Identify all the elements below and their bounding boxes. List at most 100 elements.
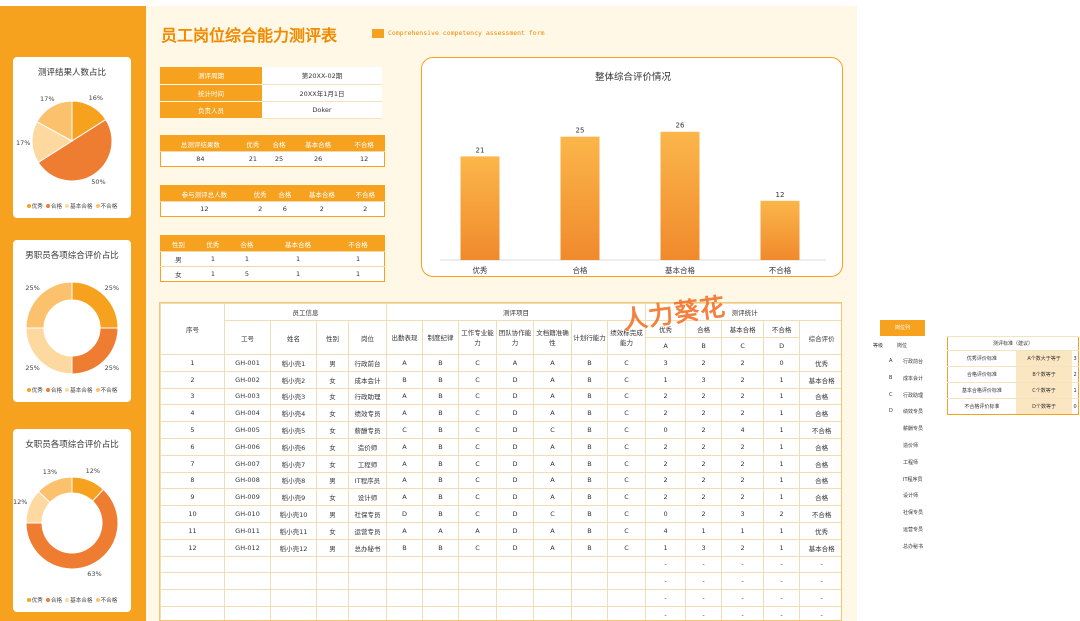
table-cell[interactable]: 合格 bbox=[799, 387, 841, 406]
table-cell[interactable]: 2 bbox=[721, 488, 765, 507]
table-cell[interactable]: 不合格 bbox=[799, 421, 841, 439]
table-cell[interactable]: C bbox=[458, 404, 497, 423]
table-cell[interactable]: B bbox=[422, 421, 459, 439]
table-cell[interactable]: 稻小壳4 bbox=[270, 404, 317, 423]
table-cell[interactable]: 总办秘书 bbox=[348, 538, 387, 557]
table-cell[interactable]: 女 bbox=[316, 421, 349, 439]
table-cell[interactable]: GH-006 bbox=[224, 437, 271, 456]
table-cell[interactable]: A bbox=[533, 488, 572, 507]
table-cell[interactable]: 1 bbox=[763, 421, 801, 439]
empty-cell[interactable]: - bbox=[645, 589, 687, 607]
table-cell[interactable]: D bbox=[496, 538, 534, 557]
table-cell[interactable]: 1 bbox=[645, 370, 687, 389]
table-cell[interactable]: 基本合格 bbox=[799, 370, 841, 389]
table-cell[interactable]: 运营专员 bbox=[348, 521, 387, 540]
empty-cell[interactable] bbox=[348, 572, 387, 591]
position-item[interactable]: 造价师 bbox=[903, 442, 918, 449]
table-cell[interactable]: D bbox=[496, 505, 534, 523]
table-cell[interactable]: GH-001 bbox=[224, 354, 271, 372]
empty-cell[interactable]: - bbox=[721, 555, 765, 574]
table-cell[interactable]: B bbox=[571, 421, 608, 439]
table-cell[interactable]: B bbox=[571, 521, 608, 540]
table-cell[interactable]: 2 bbox=[685, 454, 723, 473]
empty-cell[interactable] bbox=[160, 605, 225, 620]
empty-cell[interactable] bbox=[571, 589, 608, 607]
info-value[interactable]: 20XX年1月1日 bbox=[262, 84, 382, 102]
table-cell[interactable]: GH-010 bbox=[224, 505, 271, 523]
position-item[interactable]: 行政助理 bbox=[903, 392, 923, 399]
table-cell[interactable]: 行政前台 bbox=[348, 354, 387, 372]
table-cell[interactable]: A bbox=[386, 488, 423, 507]
table-cell[interactable]: 成本会计 bbox=[348, 370, 387, 389]
empty-cell[interactable]: - bbox=[685, 555, 723, 574]
table-cell[interactable]: GH-011 bbox=[224, 521, 271, 540]
table-cell[interactable]: 1 bbox=[645, 538, 687, 557]
empty-cell[interactable] bbox=[496, 605, 534, 620]
table-cell[interactable]: 造价师 bbox=[348, 437, 387, 456]
table-cell[interactable]: 优秀 bbox=[799, 521, 841, 540]
table-cell[interactable]: C bbox=[533, 421, 572, 439]
table-cell[interactable]: 男 bbox=[316, 505, 349, 523]
table-cell[interactable]: A bbox=[386, 387, 423, 406]
table-cell[interactable]: 合格 bbox=[799, 488, 841, 507]
empty-cell[interactable] bbox=[316, 605, 349, 620]
table-cell[interactable]: C bbox=[458, 505, 497, 523]
table-cell[interactable]: A bbox=[386, 521, 423, 540]
table-cell[interactable]: D bbox=[496, 404, 534, 423]
empty-cell[interactable] bbox=[458, 589, 497, 607]
empty-cell[interactable]: - bbox=[799, 572, 841, 591]
table-cell[interactable]: 1 bbox=[721, 521, 765, 540]
empty-cell[interactable] bbox=[348, 589, 387, 607]
table-cell[interactable]: 2 bbox=[645, 471, 687, 490]
empty-cell[interactable] bbox=[224, 605, 271, 620]
table-cell[interactable]: 稻小壳11 bbox=[270, 521, 317, 540]
empty-cell[interactable] bbox=[496, 589, 534, 607]
table-cell[interactable]: A bbox=[386, 354, 423, 372]
table-cell[interactable]: 不合格 bbox=[799, 505, 841, 523]
empty-cell[interactable] bbox=[386, 555, 423, 574]
empty-cell[interactable] bbox=[571, 555, 608, 574]
table-cell[interactable]: B bbox=[571, 354, 608, 372]
empty-cell[interactable] bbox=[224, 589, 271, 607]
table-cell[interactable]: A bbox=[533, 454, 572, 473]
position-item[interactable]: 薪酬专员 bbox=[903, 425, 923, 432]
empty-cell[interactable] bbox=[458, 605, 497, 620]
table-cell[interactable]: B bbox=[422, 370, 459, 389]
table-cell[interactable]: 女 bbox=[316, 488, 349, 507]
table-cell[interactable]: 女 bbox=[316, 437, 349, 456]
table-cell[interactable]: 1 bbox=[763, 471, 801, 490]
table-cell[interactable]: 1 bbox=[763, 387, 801, 406]
empty-cell[interactable] bbox=[458, 572, 497, 591]
empty-cell[interactable]: - bbox=[763, 572, 801, 591]
table-cell[interactable]: A bbox=[386, 437, 423, 456]
table-cell[interactable]: C bbox=[606, 437, 647, 456]
table-cell[interactable]: 1 bbox=[763, 404, 801, 423]
table-cell[interactable]: B bbox=[386, 370, 423, 389]
table-cell[interactable]: A bbox=[386, 454, 423, 473]
table-cell[interactable]: D bbox=[496, 521, 534, 540]
table-cell[interactable]: 3 bbox=[721, 505, 765, 523]
table-cell[interactable]: D bbox=[496, 488, 534, 507]
table-cell[interactable]: A bbox=[533, 521, 572, 540]
table-cell[interactable]: A bbox=[386, 404, 423, 423]
empty-cell[interactable] bbox=[422, 605, 459, 620]
table-cell[interactable]: 女 bbox=[316, 387, 349, 406]
table-cell[interactable]: 行政助理 bbox=[348, 387, 387, 406]
empty-cell[interactable]: - bbox=[645, 572, 687, 591]
empty-cell[interactable] bbox=[348, 555, 387, 574]
position-item[interactable]: 工程师 bbox=[903, 459, 918, 466]
table-cell[interactable]: 4 bbox=[721, 421, 765, 439]
table-cell[interactable]: C bbox=[458, 454, 497, 473]
table-cell[interactable]: 女 bbox=[316, 521, 349, 540]
empty-cell[interactable] bbox=[348, 605, 387, 620]
table-cell[interactable]: B bbox=[571, 387, 608, 406]
empty-cell[interactable] bbox=[533, 605, 572, 620]
table-cell[interactable]: 3 bbox=[685, 538, 723, 557]
position-item[interactable]: IT程序员 bbox=[903, 476, 923, 483]
table-cell[interactable]: D bbox=[496, 471, 534, 490]
table-cell[interactable]: B bbox=[386, 538, 423, 557]
position-item[interactable]: 总办秘书 bbox=[903, 543, 923, 550]
position-item[interactable]: 设计师 bbox=[903, 492, 918, 499]
table-cell[interactable]: 社保专员 bbox=[348, 505, 387, 523]
table-cell[interactable]: 12 bbox=[160, 538, 225, 557]
